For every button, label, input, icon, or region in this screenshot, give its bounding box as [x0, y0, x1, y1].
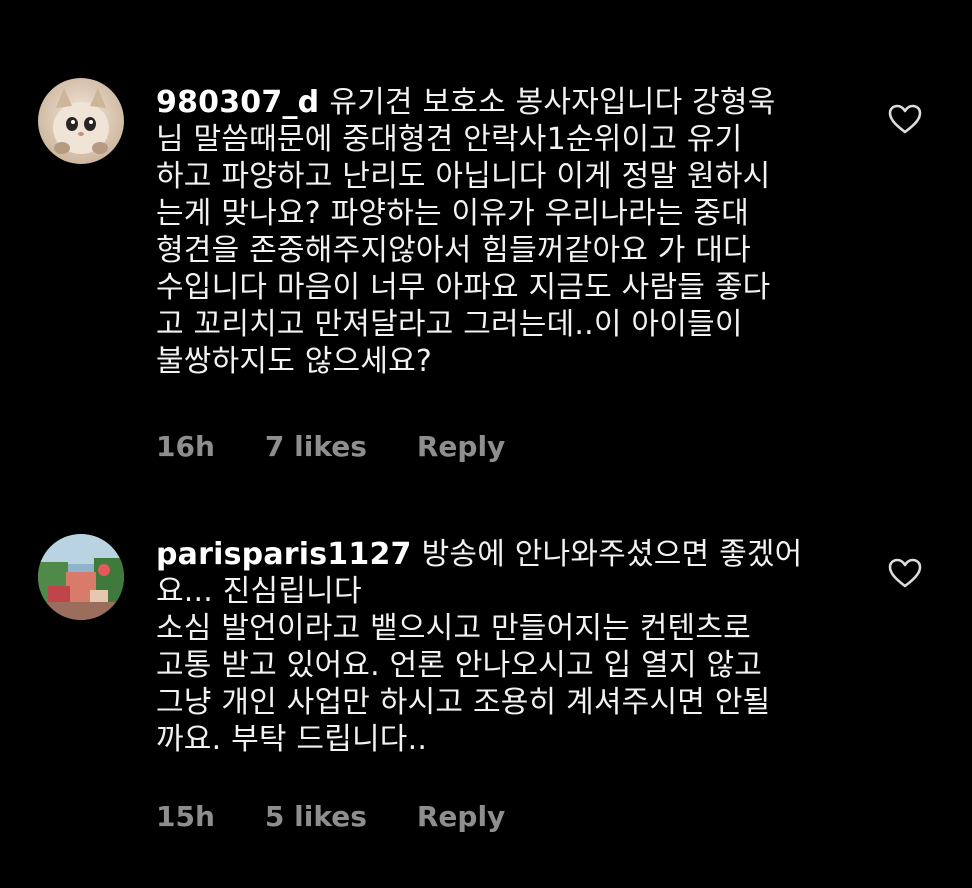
cat-avatar[interactable]	[38, 78, 124, 164]
comment-body: 980307_d 유기견 보호소 봉사자입니다 강형욱 님 말씀때문에 중대형견 …	[156, 84, 876, 380]
comment-meta: 16h 7 likes Reply	[156, 430, 505, 463]
likes-count[interactable]: 5 likes	[265, 800, 367, 833]
comment-time: 15h	[156, 800, 215, 833]
heart-icon[interactable]	[888, 104, 922, 134]
comment-time: 16h	[156, 430, 215, 463]
comment-text: 유기견 보호소 봉사자입니다 강형욱 님 말씀때문에 중대형견 안락사1순위이고…	[156, 85, 776, 379]
street-photo-avatar[interactable]	[38, 534, 124, 620]
reply-button[interactable]: Reply	[417, 800, 505, 833]
comment-meta: 15h 5 likes Reply	[156, 800, 505, 833]
reply-button[interactable]: Reply	[417, 430, 505, 463]
comment-body: parisparis1127 방송에 안나와주셨으면 좋겠어 요... 진심립니다…	[156, 536, 876, 758]
likes-count[interactable]: 7 likes	[265, 430, 367, 463]
comment-username[interactable]: parisparis1127	[156, 537, 412, 572]
heart-icon[interactable]	[888, 558, 922, 588]
cat-avatar-image	[38, 78, 124, 164]
comment-username[interactable]: 980307_d	[156, 85, 319, 120]
street-photo-avatar-image	[38, 534, 124, 620]
